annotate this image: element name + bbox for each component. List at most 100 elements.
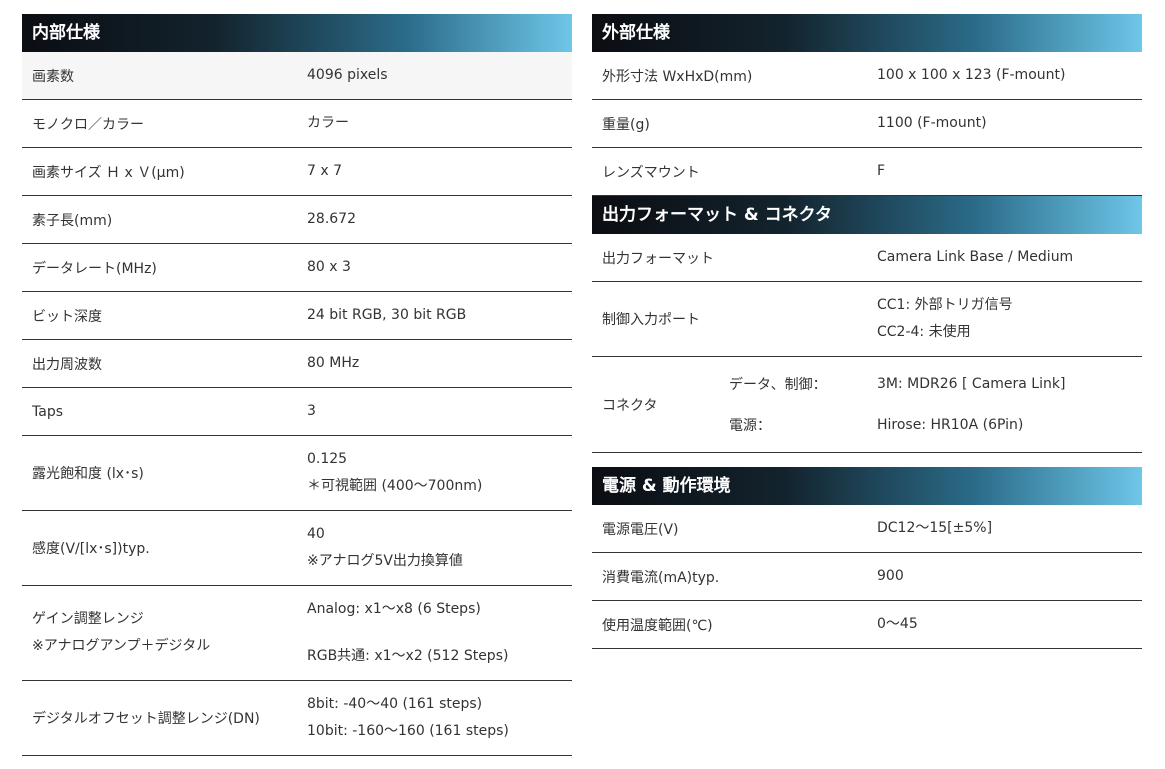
spec-row: 出力周波数 80 MHz [22,340,572,388]
spec-row: 画素数 4096 pixels [22,52,572,100]
spec-value: 0〜45 [867,601,1142,648]
spec-value: 900 [867,553,1142,600]
spec-label: 重量(g) [602,116,650,133]
spec-label: 画素数 [32,68,74,85]
spec-value-line: 24 bit RGB, 30 bit RGB [307,307,467,323]
spec-value-line: 0〜45 [877,616,918,632]
connector-value-power: Hirose: HR10A (6Pin) [877,417,1024,434]
spec-row: 消費電流(mA)typ. 900 [592,553,1142,601]
spec-value-line: 0.125 [307,451,348,467]
spec-label: デジタルオフセット調整レンジ(DN) [32,711,260,727]
spec-label: 消費電流(mA)typ. [602,569,720,586]
spec-row: 重量(g) 1100 (F-mount) [592,100,1142,148]
spec-value-line: F [877,163,886,179]
spec-value: カラー [297,100,572,147]
spec-row: モノクロ／カラー カラー [22,100,572,148]
spec-row: 素子長(mm) 28.672 [22,196,572,244]
spec-value: 24 bit RGB, 30 bit RGB [297,292,572,339]
spec-row: 出力フォーマット Camera Link Base / Medium [592,234,1142,282]
spec-label: 画素サイズ Ｈ x Ｖ(μm) [32,164,185,181]
spec-value: F [867,148,1142,195]
spec-label: Taps [32,403,63,420]
spec-value-line: 80 MHz [307,355,360,371]
connector-values: 3M: MDR26 [ Camera Link] Hirose: HR10A (… [867,357,1142,452]
spec-label: 外形寸法 WxHxD(mm) [602,68,753,85]
spec-row: 画素サイズ Ｈ x Ｖ(μm) 7 x 7 [22,148,572,196]
spec-value: 80 MHz [297,340,572,387]
connector-value-data: 3M: MDR26 [ Camera Link] [877,375,1066,392]
spec-label: 感度(V/[lx･s])typ. [32,541,150,557]
spec-value-line: Camera Link Base / Medium [877,249,1074,265]
spec-value: Camera Link Base / Medium [867,234,1142,281]
spec-row: 露光飽和度 (lx･s) 0.125 ＊可視範囲 (400〜700nm) [22,436,572,511]
spec-value: 3 [297,388,572,435]
spec-value: 7 x 7 [297,148,572,195]
spec-row: 制御入力ポート CC1: 外部トリガ信号 CC2-4: 未使用 [592,282,1142,357]
spec-value: 1100 (F-mount) [867,100,1142,147]
spec-label: 出力フォーマット [602,250,714,267]
spec-value: DC12〜15[±5%] [867,505,1142,552]
spec-value-line: CC2-4: 未使用 [877,324,971,340]
spec-value-line: DC12〜15[±5%] [877,520,993,536]
spec-value-line: 10bit: -160〜160 (161 steps) [307,723,509,739]
power-environment-section: 電源 & 動作環境 電源電圧(V) DC12〜15[±5%] 消費電流(mA)typ… [592,467,1142,649]
spec-label: 制御入力ポート [602,312,700,328]
spec-value: Analog: x1〜x8 (6 Steps) RGB共通: x1〜x2 (512… [297,586,572,680]
spec-row: デジタルオフセット調整レンジ(DN) 8bit: -40〜40 (161 step… [22,681,572,756]
spec-row: データレート(MHz) 80 x 3 [22,244,572,292]
spec-value: 8bit: -40〜40 (161 steps) 10bit: -160〜160 … [297,681,572,755]
spec-row: Taps 3 [22,388,572,436]
spec-row: 使用温度範囲(℃) 0〜45 [592,601,1142,649]
spec-label: データレート(MHz) [32,260,157,277]
spec-value: 0.125 ＊可視範囲 (400〜700nm) [297,436,572,510]
spec-value-line: 100 x 100 x 123 (F-mount) [877,67,1066,83]
spec-value-line: 3 [307,403,316,419]
spec-value-line: Analog: x1〜x8 (6 Steps) [307,601,481,617]
spec-row: ゲイン調整レンジ ※アナログアンプ＋デジタル Analog: x1〜x8 (6 St… [22,586,572,681]
spec-label: ビット深度 [32,308,102,325]
connector-sublabel-data: データ、制御： [729,376,827,393]
section-header-internal: 内部仕様 [22,14,572,52]
section-header-external: 外部仕様 [592,14,1142,52]
spec-row: レンズマウント F [592,148,1142,196]
spec-label-line: ゲイン調整レンジ [32,611,144,627]
spec-row: 電源電圧(V) DC12〜15[±5%] [592,505,1142,553]
right-spec-column: 外部仕様 外形寸法 WxHxD(mm) 100 x 100 x 123 (F-mo… [592,14,1142,649]
spec-value-line: カラー [307,115,349,131]
internal-spec-section: 内部仕様 画素数 4096 pixels モノクロ／カラー カラー画素サイズ Ｈ x … [22,14,572,756]
spec-value-line: ＊可視範囲 (400〜700nm) [307,478,483,494]
spec-value: 80 x 3 [297,244,572,291]
spec-row: 感度(V/[lx･s])typ. 40 ※アナログ5V出力換算値 [22,511,572,586]
external-spec-section: 外部仕様 外形寸法 WxHxD(mm) 100 x 100 x 123 (F-mo… [592,14,1142,196]
section-header-power: 電源 & 動作環境 [592,467,1142,505]
spec-label: 露光飽和度 (lx･s) [32,466,144,482]
spec-row: ビット深度 24 bit RGB, 30 bit RGB [22,292,572,340]
spec-value-line: 1100 (F-mount) [877,115,987,131]
connector-sublabels: データ、制御： 電源： [729,357,867,452]
spec-label: 使用温度範囲(℃) [602,617,713,634]
spec-value-line: 80 x 3 [307,259,351,275]
spec-value-line: ※アナログ5V出力換算値 [307,553,463,569]
spec-label: 出力周波数 [32,356,102,373]
spec-label: ゲイン調整レンジ ※アナログアンプ＋デジタル [22,586,297,680]
connector-sublabel-power: 電源： [729,418,771,435]
connector-row: コネクタ データ、制御： 電源： 3M: MDR26 [ Camera Link… [592,357,1142,453]
spec-value-line: 900 [877,568,904,584]
spec-value-line: 8bit: -40〜40 (161 steps) [307,696,483,712]
spec-value-line: 4096 pixels [307,67,388,83]
connector-label: コネクタ [602,397,658,414]
spec-row: 外形寸法 WxHxD(mm) 100 x 100 x 123 (F-mount) [592,52,1142,100]
spec-value: 40 ※アナログ5V出力換算値 [297,511,572,585]
spec-label: 電源電圧(V) [602,521,679,538]
output-connector-section: 出力フォーマット & コネクタ 出力フォーマット Camera Link Base… [592,196,1142,453]
spec-value: 100 x 100 x 123 (F-mount) [867,52,1142,99]
spec-value: 28.672 [297,196,572,243]
spec-label-line: ※アナログアンプ＋デジタル [32,638,211,654]
spec-label: レンズマウント [602,164,700,181]
spec-label: モノクロ／カラー [32,116,144,133]
spec-value-line: 7 x 7 [307,163,342,179]
spec-value-line: 40 [307,526,325,542]
spec-value: CC1: 外部トリガ信号 CC2-4: 未使用 [867,282,1142,356]
spec-value-line: CC1: 外部トリガ信号 [877,297,1013,313]
spec-value: 4096 pixels [297,52,572,99]
